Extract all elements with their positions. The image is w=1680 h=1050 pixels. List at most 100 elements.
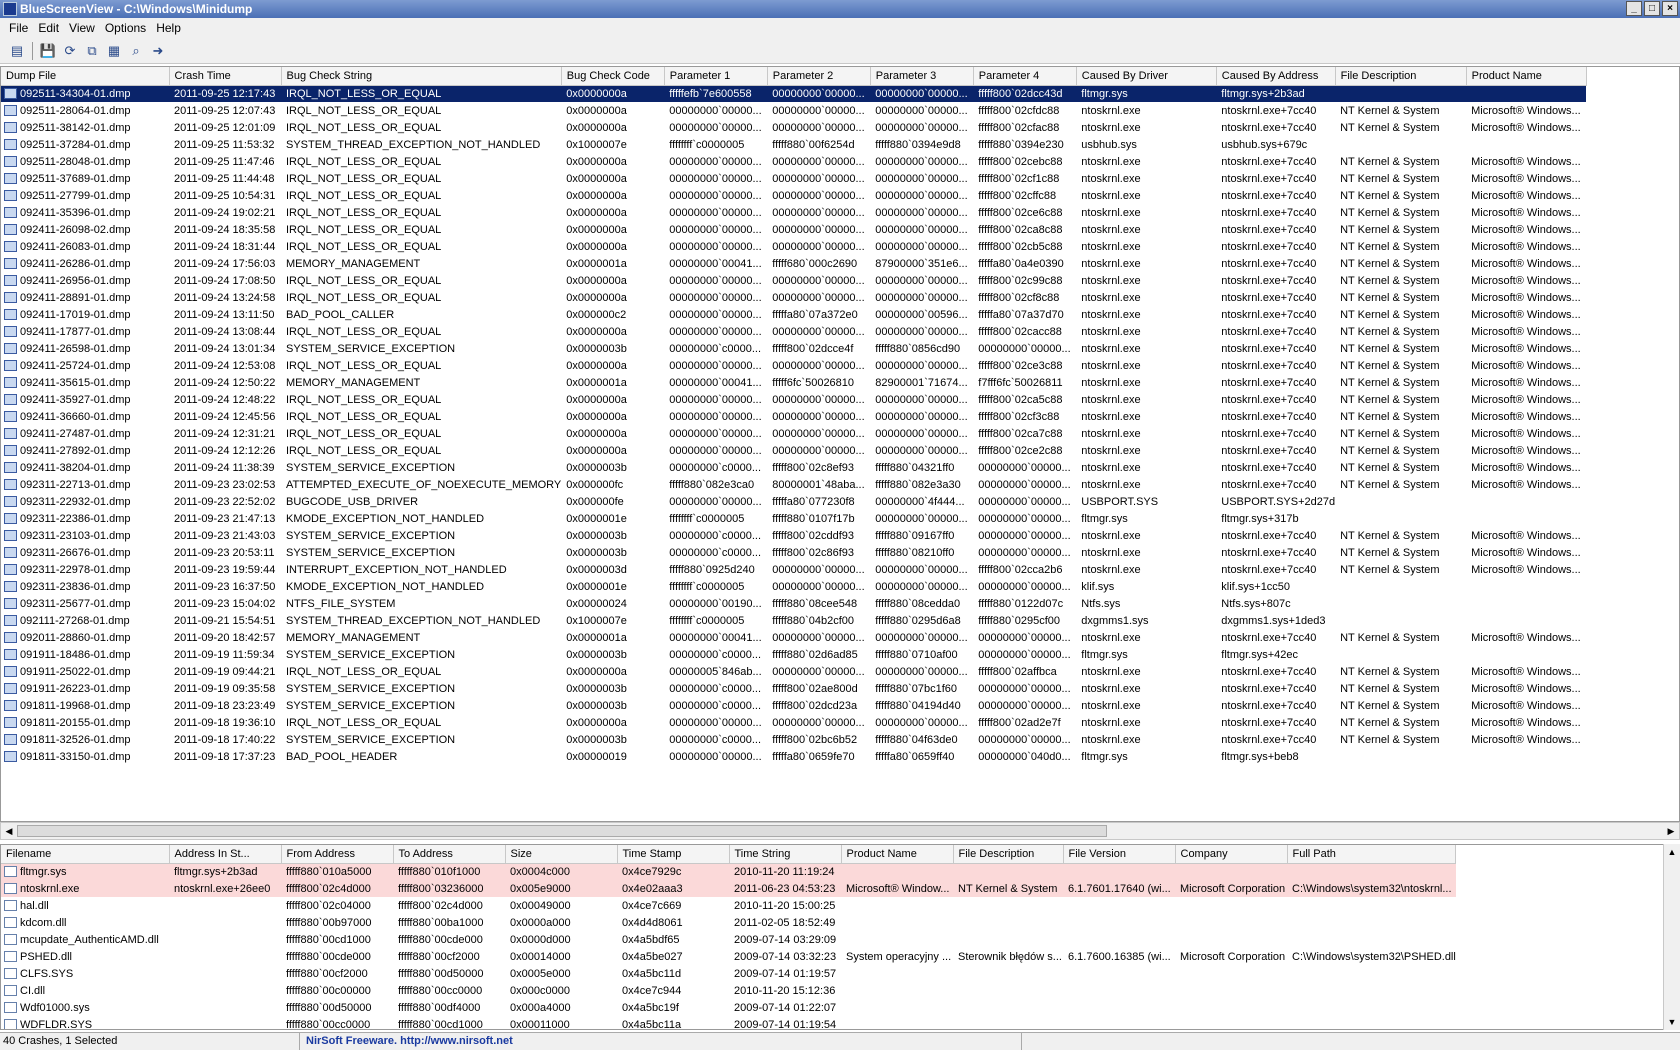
crash-list[interactable]: Dump File Crash Time Bug Check String Bug C… bbox=[0, 66, 1680, 822]
column-header[interactable]: Parameter 3 bbox=[870, 67, 974, 86]
crash-row[interactable]: 092511-38142-01.dmp 2011-09-25 12:01:09 IR… bbox=[1, 119, 1586, 136]
crash-row[interactable]: 092011-28860-01.dmp 2011-09-20 18:42:57 ME… bbox=[1, 629, 1586, 646]
scroll-left-icon[interactable]: ◀ bbox=[2, 824, 16, 838]
crash-row[interactable]: 092411-17877-01.dmp 2011-09-24 13:08:44 IR… bbox=[1, 323, 1586, 340]
crash-row[interactable]: 092411-26286-01.dmp 2011-09-24 17:56:03 ME… bbox=[1, 255, 1586, 272]
column-header[interactable]: File Description bbox=[1335, 67, 1467, 86]
crash-row[interactable]: 091911-18486-01.dmp 2011-09-19 11:59:34 SY… bbox=[1, 646, 1586, 663]
module-row[interactable]: ntoskrnl.exe ntoskrnl.exe+26ee0 fffff800`0… bbox=[1, 880, 1456, 897]
column-header[interactable]: Parameter 2 bbox=[767, 67, 871, 86]
crash-row[interactable]: 092411-27892-01.dmp 2011-09-24 12:12:26 IR… bbox=[1, 442, 1586, 459]
find-icon[interactable]: ⌕ bbox=[127, 42, 145, 60]
module-row[interactable]: kdcom.dll fffff880`00b97000 fffff880`00ba1… bbox=[1, 914, 1456, 931]
crash-row[interactable]: 091911-25022-01.dmp 2011-09-19 09:44:21 IR… bbox=[1, 663, 1586, 680]
crash-row[interactable]: 092311-22386-01.dmp 2011-09-23 21:47:13 KM… bbox=[1, 510, 1586, 527]
column-header[interactable]: Product Name bbox=[841, 845, 954, 864]
column-header[interactable]: Product Name bbox=[1466, 67, 1587, 86]
column-header[interactable]: Crash Time bbox=[169, 67, 282, 86]
menu-options[interactable]: Options bbox=[100, 21, 151, 35]
crash-row[interactable]: 092511-37284-01.dmp 2011-09-25 11:53:32 SY… bbox=[1, 136, 1586, 153]
crash-row[interactable]: 092411-35927-01.dmp 2011-09-24 12:48:22 IR… bbox=[1, 391, 1586, 408]
copy-icon[interactable]: ⧉ bbox=[83, 42, 101, 60]
column-header[interactable]: Bug Check String bbox=[281, 67, 562, 86]
crash-row[interactable]: 091811-33150-01.dmp 2011-09-18 17:37:23 BA… bbox=[1, 748, 1586, 765]
crash-row[interactable]: 092311-26676-01.dmp 2011-09-23 20:53:11 SY… bbox=[1, 544, 1586, 561]
column-header[interactable]: Parameter 1 bbox=[664, 67, 768, 86]
crash-row[interactable]: 092311-23836-01.dmp 2011-09-23 16:37:50 KM… bbox=[1, 578, 1586, 595]
crash-row[interactable]: 092511-28064-01.dmp 2011-09-25 12:07:43 IR… bbox=[1, 102, 1586, 119]
module-row[interactable]: CI.dll fffff880`00c00000 fffff880`00cc0000… bbox=[1, 982, 1456, 999]
dump-file-icon bbox=[4, 614, 17, 626]
crash-row[interactable]: 092111-27268-01.dmp 2011-09-21 15:54:51 SY… bbox=[1, 612, 1586, 629]
scroll-down-icon[interactable]: ▼ bbox=[1665, 1015, 1679, 1029]
module-row[interactable]: Wdf01000.sys fffff880`00d50000 fffff880`00… bbox=[1, 999, 1456, 1016]
save-icon[interactable]: 💾 bbox=[39, 42, 57, 60]
column-header[interactable]: Parameter 4 bbox=[973, 67, 1077, 86]
column-header[interactable]: Full Path bbox=[1287, 845, 1457, 864]
crash-row[interactable]: 092411-28891-01.dmp 2011-09-24 13:24:58 IR… bbox=[1, 289, 1586, 306]
exit-icon[interactable]: ➜ bbox=[149, 42, 167, 60]
crash-row[interactable]: 092511-27799-01.dmp 2011-09-25 10:54:31 IR… bbox=[1, 187, 1586, 204]
column-header[interactable]: Caused By Address bbox=[1216, 67, 1336, 86]
crash-row[interactable]: 092311-23103-01.dmp 2011-09-23 21:43:03 SY… bbox=[1, 527, 1586, 544]
scroll-thumb[interactable] bbox=[17, 825, 1107, 837]
refresh-icon[interactable]: ⟳ bbox=[61, 42, 79, 60]
close-button[interactable]: × bbox=[1662, 1, 1678, 16]
crash-row[interactable]: 092411-36660-01.dmp 2011-09-24 12:45:56 IR… bbox=[1, 408, 1586, 425]
column-header[interactable]: Time Stamp bbox=[617, 845, 730, 864]
nirsoft-link[interactable]: NirSoft Freeware. http://www.nirsoft.net bbox=[300, 1033, 1022, 1050]
minimize-button[interactable]: _ bbox=[1626, 1, 1642, 16]
scroll-up-icon[interactable]: ▲ bbox=[1665, 845, 1679, 859]
menu-edit[interactable]: Edit bbox=[33, 21, 64, 35]
column-header[interactable]: Dump File bbox=[1, 67, 170, 86]
horizontal-scrollbar[interactable]: ◀ ▶ bbox=[0, 822, 1680, 840]
column-header[interactable]: File Description bbox=[953, 845, 1064, 864]
crash-row[interactable]: 092411-17019-01.dmp 2011-09-24 13:11:50 BA… bbox=[1, 306, 1586, 323]
crash-row[interactable]: 092411-35396-01.dmp 2011-09-24 19:02:21 IR… bbox=[1, 204, 1586, 221]
column-header[interactable]: Filename bbox=[1, 845, 170, 864]
column-header[interactable]: Caused By Driver bbox=[1076, 67, 1217, 86]
crash-row[interactable]: 091811-32526-01.dmp 2011-09-18 17:40:22 SY… bbox=[1, 731, 1586, 748]
crash-row[interactable]: 092311-22932-01.dmp 2011-09-23 22:52:02 BU… bbox=[1, 493, 1586, 510]
crash-row[interactable]: 091811-20155-01.dmp 2011-09-18 19:36:10 IR… bbox=[1, 714, 1586, 731]
column-header[interactable]: Address In St... bbox=[169, 845, 282, 864]
column-header[interactable]: From Address bbox=[281, 845, 394, 864]
column-header[interactable]: File Version bbox=[1063, 845, 1176, 864]
module-row[interactable]: mcupdate_AuthenticAMD.dll fffff880`00cd10… bbox=[1, 931, 1456, 948]
maximize-button[interactable]: □ bbox=[1644, 1, 1660, 16]
crash-row[interactable]: 092411-38204-01.dmp 2011-09-24 11:38:39 SY… bbox=[1, 459, 1586, 476]
crash-row[interactable]: 092411-35615-01.dmp 2011-09-24 12:50:22 ME… bbox=[1, 374, 1586, 391]
scroll-right-icon[interactable]: ▶ bbox=[1664, 824, 1678, 838]
crash-row[interactable]: 092411-26083-01.dmp 2011-09-24 18:31:44 IR… bbox=[1, 238, 1586, 255]
crash-row[interactable]: 092311-25677-01.dmp 2011-09-23 15:04:02 NT… bbox=[1, 595, 1586, 612]
advanced-options-icon[interactable]: ▤ bbox=[8, 42, 26, 60]
column-header[interactable]: Company bbox=[1175, 845, 1288, 864]
vertical-scrollbar[interactable]: ▲ ▼ bbox=[1663, 844, 1680, 1030]
module-list[interactable]: Filename Address In St... From Address To A… bbox=[0, 844, 1680, 1030]
column-header[interactable]: Size bbox=[505, 845, 618, 864]
crash-row[interactable]: 092311-22713-01.dmp 2011-09-23 23:02:53 AT… bbox=[1, 476, 1586, 493]
menu-file[interactable]: File bbox=[4, 21, 33, 35]
crash-row[interactable]: 092411-25724-01.dmp 2011-09-24 12:53:08 IR… bbox=[1, 357, 1586, 374]
module-row[interactable]: PSHED.dll fffff880`00cde000 fffff880`00cf2… bbox=[1, 948, 1456, 965]
crash-row[interactable]: 092411-26956-01.dmp 2011-09-24 17:08:50 IR… bbox=[1, 272, 1586, 289]
crash-row[interactable]: 092511-28048-01.dmp 2011-09-25 11:47:46 IR… bbox=[1, 153, 1586, 170]
column-header[interactable]: To Address bbox=[393, 845, 506, 864]
column-header[interactable]: Bug Check Code bbox=[561, 67, 665, 86]
module-row[interactable]: WDFLDR.SYS fffff880`00cc0000 fffff880`00cd… bbox=[1, 1016, 1456, 1029]
crash-row[interactable]: 092511-34304-01.dmp 2011-09-25 12:17:43 IR… bbox=[1, 85, 1587, 102]
crash-row[interactable]: 092411-26598-01.dmp 2011-09-24 13:01:34 SY… bbox=[1, 340, 1586, 357]
crash-row[interactable]: 092311-22978-01.dmp 2011-09-23 19:59:44 IN… bbox=[1, 561, 1586, 578]
module-row[interactable]: fltmgr.sys fltmgr.sys+2b3ad fffff880`010a5… bbox=[1, 863, 1456, 880]
crash-row[interactable]: 091811-19968-01.dmp 2011-09-18 23:23:49 SY… bbox=[1, 697, 1586, 714]
menu-help[interactable]: Help bbox=[151, 21, 186, 35]
column-header[interactable]: Time String bbox=[729, 845, 842, 864]
properties-icon[interactable]: ▦ bbox=[105, 42, 123, 60]
module-row[interactable]: CLFS.SYS fffff880`00cf2000 fffff880`00d500… bbox=[1, 965, 1456, 982]
crash-row[interactable]: 091911-26223-01.dmp 2011-09-19 09:35:58 SY… bbox=[1, 680, 1586, 697]
crash-row[interactable]: 092411-27487-01.dmp 2011-09-24 12:31:21 IR… bbox=[1, 425, 1586, 442]
menu-view[interactable]: View bbox=[64, 21, 100, 35]
module-row[interactable]: hal.dll fffff800`02c04000 fffff800`02c4d00… bbox=[1, 897, 1456, 914]
crash-row[interactable]: 092411-26098-02.dmp 2011-09-24 18:35:58 IR… bbox=[1, 221, 1586, 238]
crash-row[interactable]: 092511-37689-01.dmp 2011-09-25 11:44:48 IR… bbox=[1, 170, 1586, 187]
